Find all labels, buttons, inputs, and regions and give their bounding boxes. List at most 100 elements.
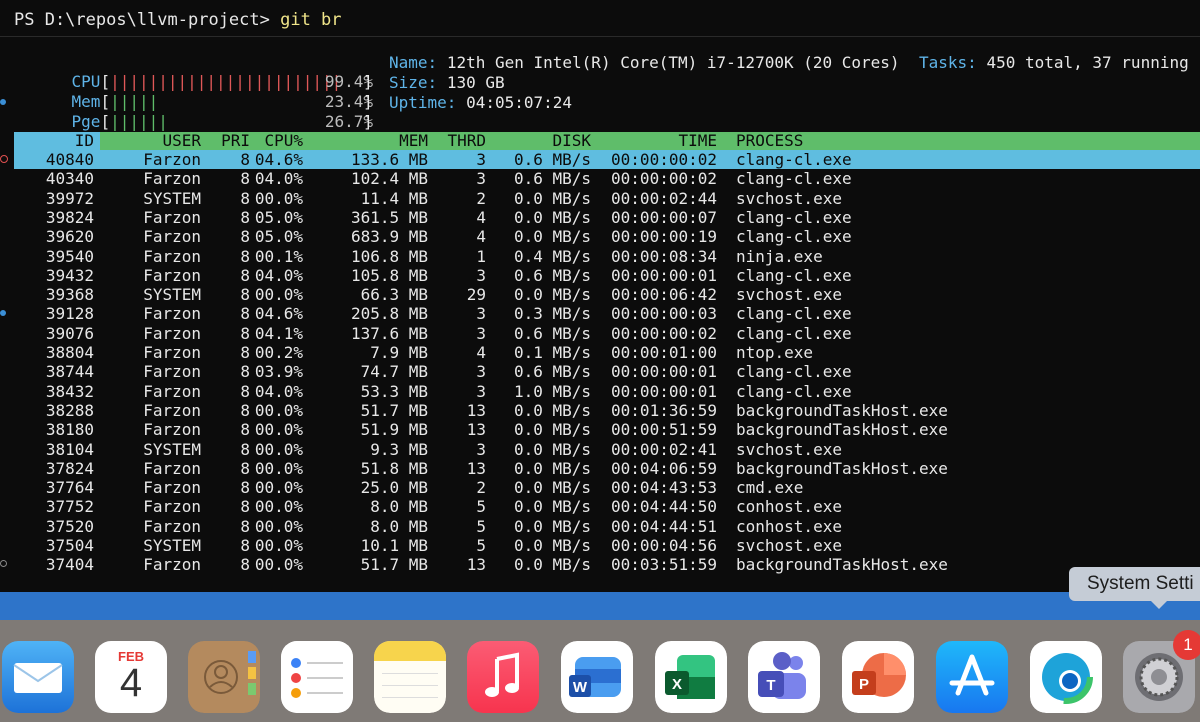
cell-pri: 8 <box>240 285 250 305</box>
cell-cpu: 00.0% <box>254 536 303 555</box>
cell-time: 00:00:08:34 <box>611 246 717 266</box>
col-mem[interactable]: MEM <box>399 132 428 150</box>
cell-mem: 205.8 MB <box>350 304 428 324</box>
col-user[interactable]: USER <box>162 132 201 150</box>
teams-icon[interactable]: T <box>748 641 820 713</box>
cell-user: Farzon <box>143 169 201 189</box>
cell-time: 00:04:44:51 <box>611 516 717 536</box>
cell-id: 39824 <box>45 207 94 227</box>
cell-time: 00:00:00:07 <box>611 207 717 227</box>
cell-time: 00:00:51:59 <box>611 420 717 440</box>
cell-thrd: 1 <box>476 246 486 266</box>
process-row[interactable]: 39432 Farzon 8 04.0% 105.8 MB 3 0.6 MB/s 00:00:… <box>14 266 1200 285</box>
cell-id: 37764 <box>45 478 94 498</box>
process-row[interactable]: 37764 Farzon 8 00.0% 25.0 MB 2 0.0 MB/s 00:04:4… <box>14 478 1200 497</box>
cell-mem: 133.6 MB <box>350 150 428 169</box>
cell-mem: 51.8 MB <box>360 458 428 478</box>
process-row[interactable]: 38804 Farzon 8 00.2% 7.9 MB 4 0.1 MB/s 00:00:01… <box>14 343 1200 362</box>
cell-user: SYSTEM <box>143 439 201 459</box>
col-process[interactable]: PROCESS <box>736 132 803 150</box>
process-row[interactable]: 37520 Farzon 8 00.0% 8.0 MB 5 0.0 MB/s 00:04:44… <box>14 517 1200 536</box>
cell-mem: 105.8 MB <box>350 265 428 285</box>
cell-pri: 8 <box>240 323 250 343</box>
process-row[interactable]: 40340 Farzon 8 04.0% 102.4 MB 3 0.6 MB/s 00:00:… <box>14 169 1200 188</box>
cell-mem: 8.0 MB <box>370 497 428 517</box>
notes-icon[interactable] <box>374 641 446 713</box>
col-id[interactable]: ID <box>75 132 94 150</box>
process-row[interactable]: 39076 Farzon 8 04.1% 137.6 MB 3 0.6 MB/s 00:00:… <box>14 324 1200 343</box>
gutter-error-marker <box>0 155 8 163</box>
cell-cpu: 00.0% <box>254 555 303 575</box>
cell-pri: 8 <box>240 400 250 420</box>
cell-user: Farzon <box>143 516 201 536</box>
cell-time: 00:00:00:02 <box>611 150 717 169</box>
cell-process: backgroundTaskHost.exe <box>736 458 948 478</box>
process-row[interactable]: 39540 Farzon 8 00.1% 106.8 MB 1 0.4 MB/s 00:00:… <box>14 247 1200 266</box>
horizontal-scrollbar[interactable] <box>0 592 1200 620</box>
process-row[interactable]: 38180 Farzon 8 00.0% 51.9 MB 13 0.0 MB/s 00:00:… <box>14 420 1200 439</box>
music-icon[interactable] <box>467 641 539 713</box>
cell-thrd: 3 <box>476 323 486 343</box>
process-row[interactable]: 39128 Farzon 8 04.6% 205.8 MB 3 0.3 MB/s 00:00:… <box>14 304 1200 323</box>
process-row[interactable]: 38744 Farzon 8 03.9% 74.7 MB 3 0.6 MB/s 00:00:0… <box>14 362 1200 381</box>
cell-time: 00:00:00:02 <box>611 323 717 343</box>
cell-mem: 11.4 MB <box>360 188 428 208</box>
process-row[interactable]: 39368 SYSTEM 8 00.0% 66.3 MB 29 0.0 MB/s 00:00:… <box>14 285 1200 304</box>
cell-pri: 8 <box>240 246 250 266</box>
teams-letter: T <box>766 677 775 694</box>
process-row[interactable]: 39620 Farzon 8 05.0% 683.9 MB 4 0.0 MB/s 00:00:… <box>14 227 1200 246</box>
cell-pri: 8 <box>240 343 250 362</box>
app-store-icon[interactable] <box>936 641 1008 713</box>
cell-id: 37520 <box>45 516 94 536</box>
process-row[interactable]: 37404 Farzon 8 00.0% 51.7 MB 13 0.0 MB/s 00:03:… <box>14 555 1200 574</box>
cell-pri: 8 <box>240 458 250 478</box>
excel-icon[interactable]: X <box>655 641 727 713</box>
cell-thrd: 3 <box>476 265 486 285</box>
process-row[interactable]: 38432 Farzon 8 04.0% 53.3 MB 3 1.0 MB/s 00:00:0… <box>14 382 1200 401</box>
process-row[interactable]: 37504 SYSTEM 8 00.0% 10.1 MB 5 0.0 MB/s 00:00:0… <box>14 536 1200 555</box>
process-row[interactable]: 39824 Farzon 8 05.0% 361.5 MB 4 0.0 MB/s 00:00:… <box>14 208 1200 227</box>
cell-mem: 51.7 MB <box>360 555 428 575</box>
cell-process: backgroundTaskHost.exe <box>736 400 948 420</box>
cell-id: 39972 <box>45 188 94 208</box>
cell-cpu: 04.1% <box>254 323 303 343</box>
cell-user: Farzon <box>143 150 201 169</box>
dock: FEB 4 W X T P <box>0 620 1200 722</box>
cell-disk: 0.6 MB/s <box>513 169 591 189</box>
cell-pri: 8 <box>240 381 250 401</box>
cell-disk: 0.4 MB/s <box>513 246 591 266</box>
col-thrd[interactable]: THRD <box>447 132 486 150</box>
prompt-path: PS D:\repos\llvm-project> <box>14 10 281 30</box>
cell-cpu: 00.0% <box>254 516 303 536</box>
process-row[interactable]: 40840 Farzon 8 04.6% 133.6 MB 3 0.6 MB/s 00:00:… <box>14 150 1200 169</box>
powerpoint-icon[interactable]: P <box>842 641 914 713</box>
col-time[interactable]: TIME <box>678 132 717 150</box>
cell-user: Farzon <box>143 207 201 227</box>
cell-user: Farzon <box>143 478 201 498</box>
process-row[interactable]: 37752 Farzon 8 00.0% 8.0 MB 5 0.0 MB/s 00:04:44… <box>14 497 1200 516</box>
cell-time: 00:00:00:02 <box>611 169 717 189</box>
cell-thrd: 4 <box>476 343 486 362</box>
contacts-icon[interactable] <box>188 641 260 713</box>
process-row[interactable]: 38104 SYSTEM 8 00.0% 9.3 MB 3 0.0 MB/s 00:00:02… <box>14 440 1200 459</box>
edge-icon[interactable] <box>1030 641 1102 713</box>
cell-disk: 0.1 MB/s <box>513 343 591 362</box>
mail-icon[interactable] <box>2 641 74 713</box>
col-cpu[interactable]: CPU% <box>264 132 303 150</box>
terminal-window[interactable]: PS D:\repos\llvm-project> git br CPU[|||… <box>0 0 1200 592</box>
cell-cpu: 04.0% <box>254 265 303 285</box>
reminders-icon[interactable] <box>281 641 353 713</box>
process-row[interactable]: 37824 Farzon 8 00.0% 51.8 MB 13 0.0 MB/s 00:04:… <box>14 459 1200 478</box>
cell-disk: 0.0 MB/s <box>513 188 591 208</box>
col-disk[interactable]: DISK <box>552 132 591 150</box>
calendar-icon[interactable]: FEB 4 <box>95 641 167 713</box>
col-pri[interactable]: PRI <box>221 132 250 150</box>
word-icon[interactable]: W <box>561 641 633 713</box>
cell-id: 39620 <box>45 227 94 247</box>
cell-thrd: 5 <box>476 497 486 517</box>
cell-disk: 0.0 MB/s <box>513 478 591 498</box>
cell-pri: 8 <box>240 207 250 227</box>
process-row[interactable]: 38288 Farzon 8 00.0% 51.7 MB 13 0.0 MB/s 00:01:… <box>14 401 1200 420</box>
process-row[interactable]: 39972 SYSTEM 8 00.0% 11.4 MB 2 0.0 MB/s 00:00:0… <box>14 189 1200 208</box>
cell-disk: 1.0 MB/s <box>513 381 591 401</box>
